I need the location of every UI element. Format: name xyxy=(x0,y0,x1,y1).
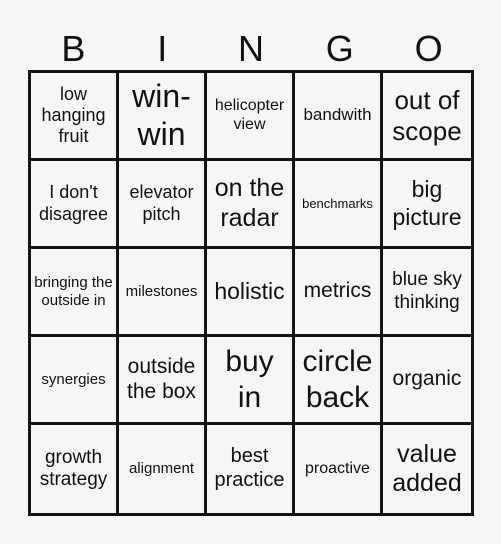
bingo-cell[interactable]: value added xyxy=(383,425,471,513)
bingo-cell[interactable]: low hanging fruit xyxy=(31,73,119,161)
cell-text: on the radar xyxy=(214,174,285,232)
bingo-cell[interactable]: organic xyxy=(383,337,471,425)
cell-text: holistic xyxy=(214,277,285,304)
cell-text: low hanging fruit xyxy=(41,83,106,147)
cell-text: big picture xyxy=(392,176,462,230)
header-letter-i: I xyxy=(157,28,168,69)
cell-text: out of scope xyxy=(392,84,462,146)
bingo-cell[interactable]: on the radar xyxy=(207,161,295,249)
bingo-header: B I N G O xyxy=(29,27,473,71)
bingo-cell[interactable]: bringing the outside in xyxy=(31,249,119,337)
bingo-cell[interactable]: best practice xyxy=(207,425,295,513)
cell-text: blue sky thinking xyxy=(392,269,462,313)
bingo-cell[interactable]: out of scope xyxy=(383,73,471,161)
cell-text: buy in xyxy=(225,345,274,414)
cell-text: best practice xyxy=(214,445,285,491)
cell-text: I don't disagree xyxy=(38,182,109,224)
cell-text: bringing the outside in xyxy=(34,273,113,309)
cell-text: organic xyxy=(392,367,462,391)
header-letter-g: G xyxy=(325,28,354,69)
bingo-cell[interactable]: benchmarks xyxy=(295,161,383,249)
header-letter-b: B xyxy=(61,28,86,69)
bingo-cell[interactable]: proactive xyxy=(295,425,383,513)
header-letter-n: N xyxy=(237,28,264,69)
bingo-cell[interactable]: buy in xyxy=(207,337,295,425)
bingo-cell[interactable]: milestones xyxy=(119,249,207,337)
cell-text: benchmarks xyxy=(302,195,373,211)
cell-text: proactive xyxy=(305,459,370,477)
bingo-board: low hanging fruit win-win helicopter vie… xyxy=(28,70,474,516)
bingo-cell[interactable]: growth strategy xyxy=(31,425,119,513)
bingo-cell[interactable]: outside the box xyxy=(119,337,207,425)
bingo-cell[interactable]: synergies xyxy=(31,337,119,425)
bingo-cell[interactable]: big picture xyxy=(383,161,471,249)
bingo-cell[interactable]: bandwith xyxy=(295,73,383,161)
bingo-cell[interactable]: elevator pitch xyxy=(119,161,207,249)
cell-text: growth strategy xyxy=(39,446,108,490)
bingo-cell[interactable]: circle back xyxy=(295,337,383,425)
bingo-cell[interactable]: blue sky thinking xyxy=(383,249,471,337)
cell-text: circle back xyxy=(302,345,373,414)
cell-text: bandwith xyxy=(303,105,372,125)
cell-text: value added xyxy=(392,439,462,498)
header-letter-o: O xyxy=(414,28,443,69)
bingo-cell[interactable]: I don't disagree xyxy=(31,161,119,249)
cell-text: milestones xyxy=(125,282,198,300)
cell-text: metrics xyxy=(303,279,372,303)
cell-text: alignment xyxy=(128,460,195,478)
cell-text: helicopter view xyxy=(214,96,285,133)
bingo-cell[interactable]: alignment xyxy=(119,425,207,513)
bingo-cell[interactable]: metrics xyxy=(295,249,383,337)
cell-text: elevator pitch xyxy=(129,182,194,224)
cell-text: win-win xyxy=(132,77,191,152)
cell-text: outside the box xyxy=(127,354,196,403)
cell-text: synergies xyxy=(41,370,106,388)
bingo-cell[interactable]: win-win xyxy=(119,73,207,161)
bingo-cell[interactable]: helicopter view xyxy=(207,73,295,161)
bingo-cell[interactable]: holistic xyxy=(207,249,295,337)
